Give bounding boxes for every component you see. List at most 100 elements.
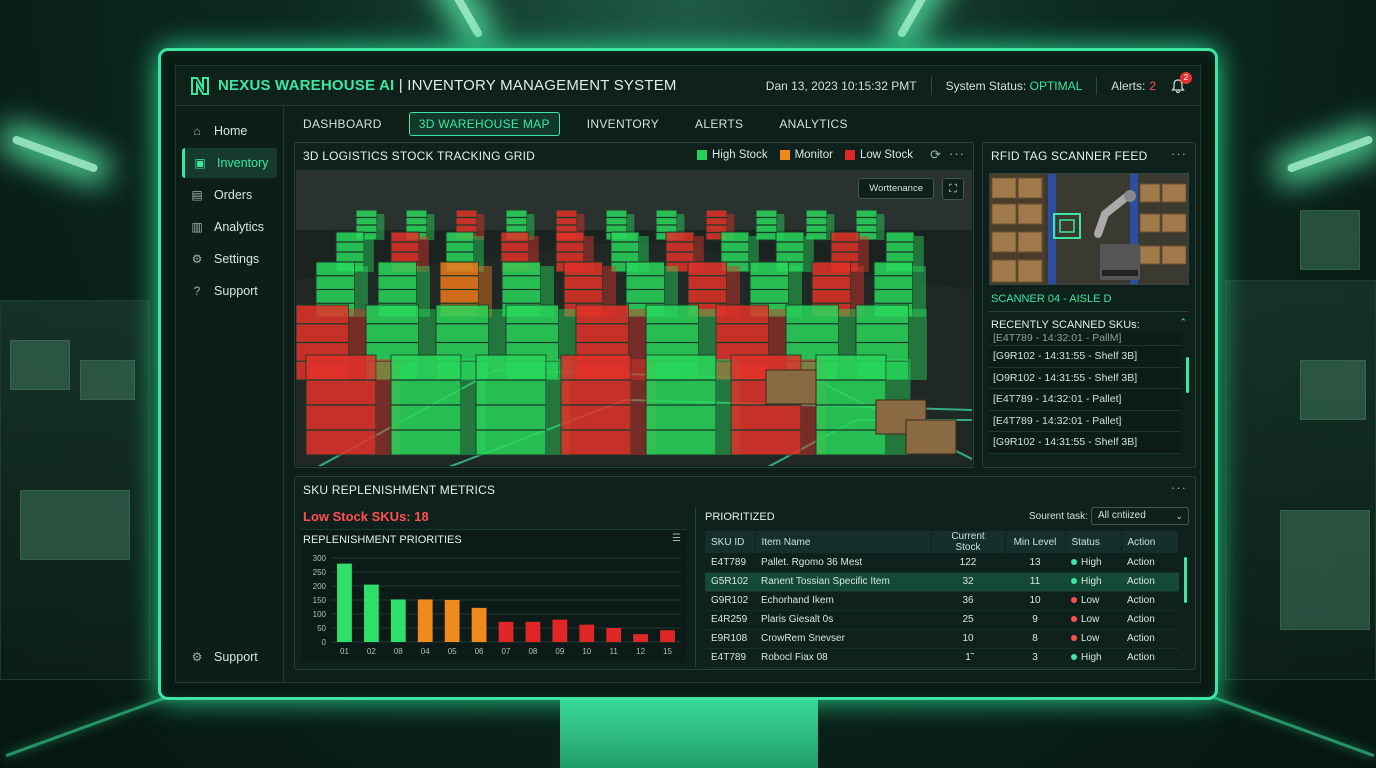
y-tick-label: 300	[313, 554, 327, 563]
item-name: Ranent Tossian Specific Item	[755, 572, 931, 592]
scrollbar[interactable]	[1186, 357, 1189, 393]
chevron-down-icon: ⌄	[1175, 511, 1183, 521]
table-row[interactable]: E4T789 Pallet. Rgomo 36 Mest 122 13 High Acti…	[705, 553, 1179, 573]
map-legend: High Stock Monitor Low Stock	[685, 149, 913, 161]
rfid-title: RFID TAG SCANNER FEED	[991, 149, 1148, 163]
pallet[interactable]	[765, 369, 817, 405]
bar[interactable]	[337, 563, 352, 642]
sidebar-item-support-bottom[interactable]: ⚙ Support	[182, 642, 277, 672]
bell-icon[interactable]: 2	[1170, 71, 1192, 94]
item-name: Plaris Giesalt 0s	[755, 610, 931, 630]
bar[interactable]	[525, 621, 541, 642]
tab-dashboard[interactable]: DASHBOARD	[294, 113, 391, 135]
action-link[interactable]: Action	[1121, 610, 1179, 630]
ceiling-light	[436, 0, 484, 39]
expand-icon[interactable]: ⛶	[942, 178, 964, 200]
tab-inventory[interactable]: INVENTORY	[578, 113, 668, 135]
action-link[interactable]: Action	[1121, 648, 1179, 668]
sku-id: E9R108	[705, 629, 755, 649]
status-badge: High	[1065, 553, 1121, 573]
x-tick-label: 06	[475, 647, 484, 656]
background-box	[1300, 360, 1366, 420]
current-stock: 10	[931, 629, 1005, 649]
sidebar-item-label: Home	[214, 124, 248, 138]
background-box	[1300, 210, 1360, 270]
action-link[interactable]: Action	[1121, 629, 1179, 649]
list-item: [E4T789 - 14:32:01 - Pallet]	[989, 410, 1181, 432]
column-header[interactable]: Action	[1121, 531, 1179, 553]
alerts-count: 2	[1149, 78, 1156, 93]
brand-name: NEXUS WAREHOUSE AI	[218, 77, 395, 94]
table-row[interactable]: G9R102 Echorhand Ikem 36 10 Low Action	[705, 591, 1179, 611]
sidebar-item-orders[interactable]: ▤ Orders	[182, 180, 277, 210]
table-row[interactable]: E4R259 Plaris Giesalt 0s 25 9 Low Action	[705, 610, 1179, 630]
bar[interactable]	[444, 600, 460, 642]
legend-high-stock: High Stock	[696, 149, 768, 161]
more-icon[interactable]: ···	[1171, 480, 1187, 495]
ceiling-light	[11, 134, 99, 174]
table-row[interactable]: E4T789 Robocl Fiax 08 1̃ 3 High Action	[705, 648, 1179, 668]
status-text: High	[1081, 652, 1102, 663]
scrollbar[interactable]	[1184, 557, 1187, 603]
sidebar-item-home[interactable]: ⌂ Home	[182, 116, 277, 146]
scanner-label: SCANNER 04 - AISLE D	[991, 293, 1112, 305]
column-header[interactable]: Item Name	[755, 531, 932, 553]
sort-select-value: All cntiized	[1098, 510, 1146, 521]
maintenance-button[interactable]: Worttenance	[858, 178, 934, 199]
status-dot	[1071, 616, 1077, 623]
map-panel: 3D LOGISTICS STOCK TRACKING GRID High St…	[294, 142, 974, 468]
action-link[interactable]: Action	[1121, 572, 1179, 592]
sidebar-item-support[interactable]: ? Support	[182, 276, 277, 306]
tab-3d-warehouse-map[interactable]: 3D WAREHOUSE MAP	[408, 112, 560, 136]
datetime: Dan 13, 2023 10:15:32 PMT	[765, 78, 917, 93]
bar[interactable]	[660, 630, 675, 642]
separator	[1096, 76, 1098, 95]
list-item: [O9R102 - 14:31:55 - Shelf 3B]	[989, 367, 1181, 389]
current-stock: 122	[931, 553, 1005, 573]
table-row[interactable]: E9R108 CrowRem Snevser 10 8 Low Action	[705, 629, 1179, 649]
bar[interactable]	[471, 607, 487, 642]
recent-scans-list[interactable]: [E4T789 - 14:32:01 - PallM] [G9R102 - 14…	[989, 333, 1181, 459]
status-dot	[1071, 597, 1077, 604]
sidebar-item-settings[interactable]: ⚙ Settings	[182, 244, 277, 274]
tab-alerts[interactable]: ALERTS	[686, 113, 752, 135]
column-header[interactable]: Current Stock	[931, 531, 1006, 553]
pallet[interactable]	[905, 419, 957, 455]
orders-icon: ▤	[191, 188, 203, 202]
collapse-icon[interactable]: ⌃	[1179, 317, 1187, 328]
bar[interactable]	[606, 628, 622, 642]
bar[interactable]	[579, 624, 595, 642]
column-header[interactable]: SKU ID	[705, 531, 756, 553]
bar[interactable]	[633, 634, 649, 642]
more-icon[interactable]: ···	[1171, 146, 1187, 161]
bar[interactable]	[498, 621, 514, 642]
alerts-label: Alerts:	[1111, 78, 1146, 93]
sidebar-item-analytics[interactable]: ▥ Analytics	[182, 212, 277, 242]
action-link[interactable]: Action	[1121, 553, 1179, 573]
table-row[interactable]: G5R102 Ranent Tossian Specific Item 32 11 Hi…	[705, 572, 1179, 592]
warehouse-3d-view[interactable]: Worttenance ⛶	[296, 170, 972, 466]
action-link[interactable]: Action	[1121, 591, 1179, 611]
sidebar-item-inventory[interactable]: ▣ Inventory	[182, 148, 277, 178]
column-header[interactable]: Min Level	[1005, 531, 1066, 553]
status-badge: Low	[1065, 629, 1121, 649]
prioritized-table: SKU ID Item Name Current Stock Min Level…	[705, 531, 1179, 668]
min-level: 3	[1005, 648, 1065, 668]
low-stock-count: Low Stock SKUs: 18	[303, 509, 429, 524]
status-text: High	[1081, 576, 1102, 587]
bar[interactable]	[390, 599, 406, 642]
legend-low-stock: Low Stock	[844, 149, 913, 161]
more-icon[interactable]: ···	[949, 146, 965, 161]
bar[interactable]	[552, 619, 568, 642]
column-header[interactable]: Status	[1065, 531, 1122, 553]
legend-label: High Stock	[711, 149, 768, 161]
bar[interactable]	[363, 584, 379, 642]
bar[interactable]	[417, 599, 433, 642]
refresh-icon[interactable]: ⟳	[930, 147, 941, 163]
sort-select[interactable]: All cntiized ⌄	[1091, 507, 1189, 525]
tab-analytics[interactable]: ANALYTICS	[770, 113, 857, 135]
background-box	[80, 360, 135, 400]
x-tick-label: 12	[636, 647, 645, 656]
chart-menu-icon[interactable]: ☰	[672, 533, 681, 544]
separator	[930, 76, 932, 95]
